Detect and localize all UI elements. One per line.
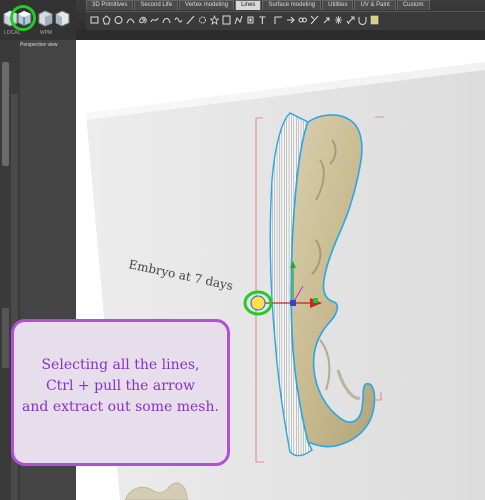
- selection-mode-bar: LOCAL WPM: [0, 0, 76, 40]
- magnet-tool-icon[interactable]: [358, 15, 367, 25]
- polygon-tool-icon[interactable]: [102, 15, 111, 25]
- circle-tool-icon[interactable]: [114, 15, 123, 25]
- pattern-tool-icon[interactable]: [370, 15, 379, 25]
- select-object-button[interactable]: [55, 10, 70, 27]
- tab-uv-paint[interactable]: UV & Paint: [354, 0, 396, 10]
- cube-object-icon: [55, 10, 70, 27]
- spiral-tool-icon[interactable]: [138, 15, 147, 25]
- gizmo-center[interactable]: [290, 300, 296, 306]
- tab-custom[interactable]: Custom: [396, 0, 430, 10]
- cube-face-icon: [38, 10, 53, 27]
- gizmo-small-marker: [313, 298, 318, 303]
- select-face-button[interactable]: [38, 10, 53, 27]
- outline-tool-icon[interactable]: [246, 15, 255, 25]
- callout-line-2: Ctrl + pull the arrow: [45, 378, 196, 394]
- join-tool-icon[interactable]: [286, 15, 295, 25]
- freehand-tool-icon[interactable]: [150, 15, 159, 25]
- local-label: LOCAL: [4, 30, 21, 36]
- lower-toolbar-strip: [80, 30, 485, 40]
- left-scrollbar[interactable]: [2, 62, 9, 166]
- line-tool-icon[interactable]: [186, 15, 195, 25]
- square-outline-tool-icon[interactable]: [222, 15, 231, 25]
- gizmo-handle[interactable]: [250, 295, 266, 311]
- callout-line-3: and extract out some mesh.: [22, 399, 219, 415]
- wpm-label: WPM: [40, 30, 53, 36]
- text-tool[interactable]: T: [259, 12, 266, 30]
- tab-strip: 3D Primitives Second Life Vertex modelin…: [86, 0, 431, 10]
- split-tool-icon[interactable]: [310, 15, 319, 25]
- wave-tool-icon[interactable]: [174, 15, 183, 25]
- bevel-tool-icon[interactable]: [274, 15, 283, 25]
- arc-tool-icon[interactable]: [126, 15, 135, 25]
- callout-line-1: Selecting all the lines,: [41, 357, 200, 373]
- top-toolbar: LOCAL WPM 3D Primitives Second Life Vert…: [0, 0, 485, 40]
- callout-text: Selecting all the lines, Ctrl + pull the…: [14, 355, 227, 418]
- tab-surface-modeling[interactable]: Surface modeling: [262, 0, 322, 10]
- gear-tool-icon[interactable]: [198, 15, 207, 25]
- left-panel-lower-slider[interactable]: [2, 308, 9, 368]
- viewport-title: Perspective view: [20, 42, 58, 48]
- instruction-callout: Selecting all the lines, Ctrl + pull the…: [11, 319, 230, 466]
- selected-mode-highlight: [10, 5, 36, 31]
- spline-tool-icon[interactable]: [162, 15, 171, 25]
- tab-second-life[interactable]: Second Life: [134, 0, 179, 10]
- path-tool-icon[interactable]: [234, 15, 243, 25]
- tab-3d-primitives[interactable]: 3D Primitives: [86, 0, 134, 10]
- weld-tool-icon[interactable]: [298, 15, 307, 25]
- rectangle-tool-icon[interactable]: [90, 15, 99, 25]
- explode-tool-icon[interactable]: [334, 15, 343, 25]
- extrude-tool-icon[interactable]: [346, 15, 355, 25]
- star-tool-icon[interactable]: [210, 15, 219, 25]
- tab-utilities[interactable]: Utilities: [322, 0, 354, 10]
- tab-vertex-modeling[interactable]: Vertex modeling: [179, 0, 235, 10]
- tab-lines[interactable]: Lines: [235, 0, 262, 10]
- lines-tool-row: T: [86, 11, 485, 30]
- extract-tool-icon[interactable]: [322, 15, 331, 25]
